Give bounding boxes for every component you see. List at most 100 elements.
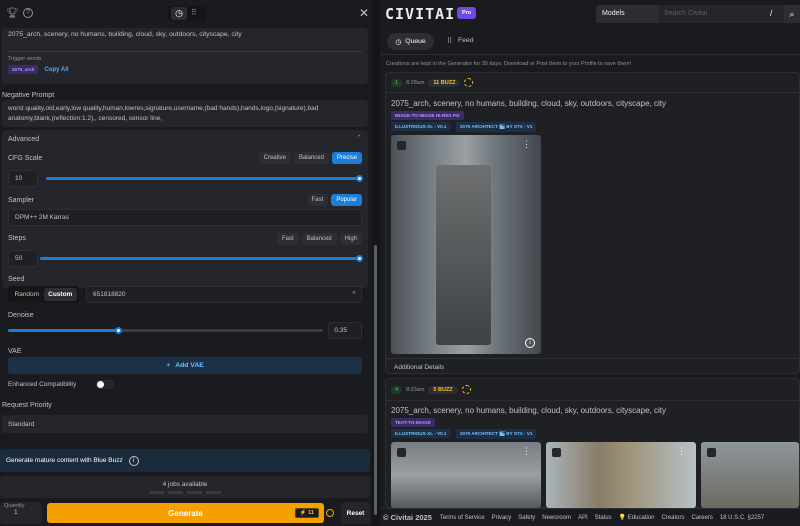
info-icon[interactable]: i: [525, 338, 535, 348]
generated-image[interactable]: [701, 442, 799, 508]
footer-link-privacy[interactable]: Privacy: [492, 515, 512, 521]
buzz-info-icon[interactable]: [326, 509, 334, 517]
sampler-popular[interactable]: Popular: [331, 194, 362, 206]
sampler-label: Sampler: [8, 197, 35, 204]
shortcut-key: /: [770, 9, 773, 18]
select-checkbox[interactable]: [552, 448, 561, 457]
advanced-header[interactable]: Advanced: [8, 136, 39, 143]
more-icon[interactable]: ⋮: [677, 447, 686, 456]
copy-all-link[interactable]: Copy All: [44, 67, 68, 73]
generation-card: 1 8:28am 11 BUZZ 2075_arch, scenery, no …: [385, 72, 800, 374]
queue-view-icon[interactable]: ◷: [171, 7, 187, 20]
sampler-fast[interactable]: Fast: [306, 194, 329, 206]
steps-fast[interactable]: Fast: [276, 233, 299, 245]
seed-random[interactable]: Random: [10, 291, 44, 298]
search-input[interactable]: Search Civitai: [659, 5, 784, 23]
cfg-label: CFG Scale: [8, 155, 43, 162]
denoise-slider[interactable]: [8, 329, 323, 332]
advanced-section: Advanced ⌃ CFG Scale Creative Balanced P…: [2, 130, 368, 288]
jobs-available: 4 jobs available: [0, 476, 370, 498]
quantity-stepper[interactable]: Quantity 1: [0, 502, 42, 524]
footer: © Civitai 2025 Terms of Service Privacy …: [380, 508, 800, 526]
steps-balanced[interactable]: Balanced: [301, 233, 337, 245]
trigger-words-label: Trigger words: [8, 56, 42, 62]
info-icon[interactable]: i: [128, 455, 139, 466]
negative-prompt-input[interactable]: worst quality,old,early,low quality,huma…: [2, 100, 368, 127]
seed-input[interactable]: 651818820: [86, 286, 362, 303]
footer-link-education[interactable]: 💡 Education: [619, 514, 655, 521]
model-badge[interactable]: ILLUSTRIOUS-XL - V0.1: [391, 429, 451, 438]
close-icon[interactable]: ✕: [359, 6, 369, 20]
scrollbar[interactable]: [374, 245, 377, 515]
select-checkbox[interactable]: [397, 448, 406, 457]
priority-label: Request Priority: [2, 402, 52, 409]
quantity-value[interactable]: 1: [4, 509, 38, 516]
footer-link-status[interactable]: Status: [595, 515, 612, 521]
trigger-word-badge[interactable]: 2075_arch: [8, 65, 39, 74]
model-badge[interactable]: ILLUSTRIOUS-XL - V0.1: [391, 122, 451, 131]
select-checkbox[interactable]: [707, 448, 716, 457]
generation-card: 4 8:23am 5 BUZZ 2075_arch, scenery, no h…: [385, 378, 800, 508]
cfg-slider[interactable]: [46, 177, 360, 180]
help-icon[interactable]: ?: [23, 8, 33, 18]
lora-badge[interactable]: 2075 ARCHITECT 🏙 BY STX - V1: [456, 122, 537, 132]
cfg-balanced[interactable]: Balanced: [293, 152, 329, 164]
select-checkbox[interactable]: [397, 141, 406, 150]
boost-icon[interactable]: [464, 78, 474, 87]
prompt-box[interactable]: 2075_arch, scenery, no humans, building,…: [2, 28, 368, 84]
reset-button[interactable]: Reset: [341, 502, 370, 524]
enhanced-compat-label: Enhanced Compatibility: [8, 381, 77, 388]
priority-select[interactable]: Standard: [2, 415, 368, 433]
blue-buzz-banner[interactable]: Generate mature content with Blue Buzz i: [0, 449, 370, 472]
trophy-icon[interactable]: 🏆︎: [6, 8, 19, 19]
cfg-slider-thumb[interactable]: [356, 175, 363, 182]
time: 8:23am: [406, 386, 425, 393]
additional-details-toggle[interactable]: Additional Details: [394, 364, 444, 371]
grid-view-icon[interactable]: ⠿: [191, 8, 197, 17]
grid-icon: ⠿: [447, 38, 452, 45]
card-prompt: 2075_arch, scenery, no humans, building,…: [391, 99, 666, 108]
card-prompt: 2075_arch, scenery, no humans, building,…: [391, 406, 666, 415]
footer-link-creators[interactable]: Creators: [661, 515, 684, 521]
cfg-precise[interactable]: Precise: [331, 152, 362, 164]
footer-link-newsroom[interactable]: Newsroom: [542, 515, 571, 521]
generate-label: Generate: [168, 508, 203, 518]
sampler-select[interactable]: DPM++ 2M Karras: [8, 209, 362, 226]
boost-icon[interactable]: [461, 385, 471, 394]
seed-custom[interactable]: Custom: [43, 288, 77, 301]
pro-badge[interactable]: Pro: [457, 7, 477, 19]
more-icon[interactable]: ⋮: [522, 447, 531, 456]
civitai-logo[interactable]: CIVITAI: [385, 5, 455, 23]
generated-image[interactable]: ⋮: [546, 442, 696, 508]
clear-seed-icon[interactable]: ×: [352, 290, 356, 297]
tab-feed[interactable]: ⠿ Feed: [447, 37, 473, 45]
denoise-input[interactable]: 0.35: [328, 322, 362, 339]
generate-button[interactable]: Generate ⚡ 11: [47, 503, 324, 523]
prompt-text[interactable]: 2075_arch, scenery, no humans, building,…: [2, 28, 368, 41]
denoise-slider-thumb[interactable]: [115, 327, 122, 334]
footer-link-careers[interactable]: Careers: [691, 515, 712, 521]
lora-badge[interactable]: 2075 ARCHITECT 🏙 BY STX - V1: [456, 429, 537, 439]
more-icon[interactable]: ⋮: [522, 140, 531, 149]
generated-image[interactable]: ⋮ i: [391, 135, 541, 354]
steps-input[interactable]: 50: [8, 250, 38, 267]
steps-slider[interactable]: [40, 257, 360, 260]
banner-text: Generate mature content with Blue Buzz: [6, 457, 123, 464]
cfg-creative[interactable]: Creative: [258, 152, 291, 164]
steps-slider-thumb[interactable]: [356, 255, 363, 262]
add-vae-button[interactable]: + Add VAE: [8, 357, 362, 374]
buzz-badge: 11 BUZZ: [428, 78, 461, 87]
footer-link-api[interactable]: API: [578, 515, 588, 521]
footer-link-terms[interactable]: Terms of Service: [440, 515, 485, 521]
steps-high[interactable]: High: [339, 233, 362, 245]
chevron-up-icon[interactable]: ⌃: [356, 134, 362, 142]
cfg-input[interactable]: 10: [8, 170, 38, 187]
search-icon[interactable]: ⌕: [784, 5, 800, 23]
seed-label: Seed: [8, 276, 25, 283]
generated-image[interactable]: ⋮: [391, 442, 541, 508]
footer-link-safety[interactable]: Safety: [518, 515, 535, 521]
footer-link-2257[interactable]: 18 U.S.C. §2257: [720, 515, 764, 521]
search-scope-select[interactable]: Models: [596, 5, 659, 23]
enhanced-compat-toggle[interactable]: [96, 380, 114, 389]
tab-queue[interactable]: ◷ Queue: [387, 33, 434, 50]
